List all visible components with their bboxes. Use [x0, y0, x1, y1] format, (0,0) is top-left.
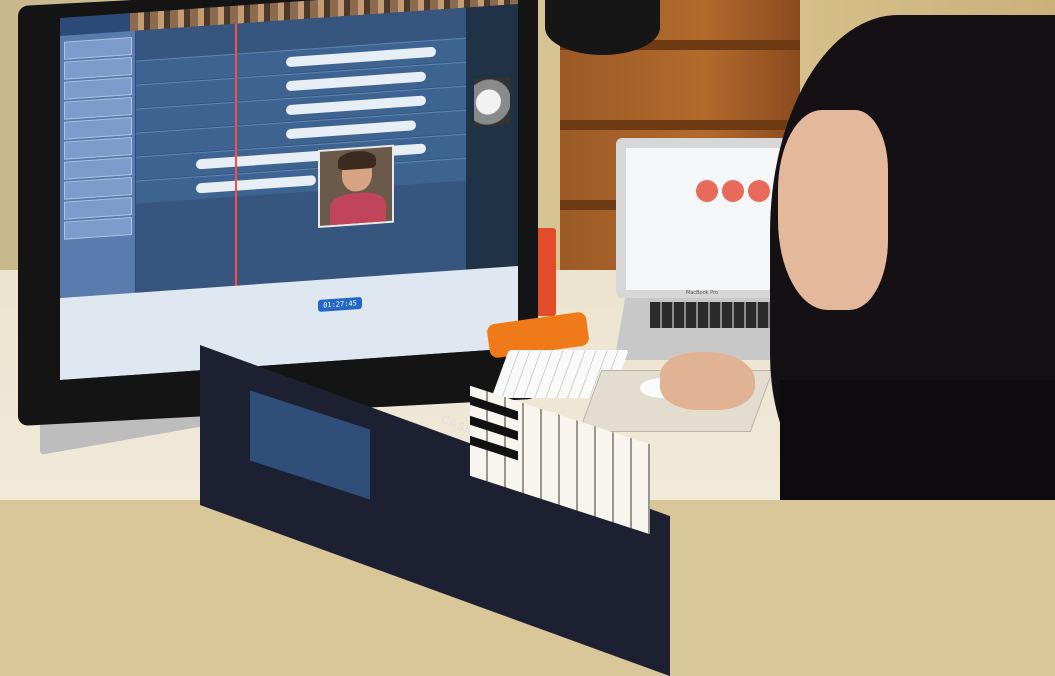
- clip-region: [286, 120, 416, 140]
- clip-region: [286, 46, 436, 68]
- person-face: [778, 110, 888, 310]
- black-key: [470, 435, 518, 461]
- subject-hair: [338, 149, 376, 171]
- track-label: [64, 136, 132, 160]
- track-label: [64, 56, 132, 80]
- playhead: [235, 23, 237, 286]
- clip-region: [286, 95, 426, 116]
- speaker-icon: [474, 76, 510, 128]
- laptop-screen: [626, 148, 788, 290]
- black-key: [470, 395, 518, 421]
- clip-region: [196, 175, 316, 194]
- track-label: [64, 176, 132, 200]
- black-key: [470, 415, 518, 441]
- balloon-graphic: [722, 180, 744, 202]
- track-label: [64, 196, 132, 220]
- person-body: [780, 380, 1055, 500]
- video-preview: [318, 144, 394, 228]
- person-hand: [660, 352, 755, 410]
- clip-region: [286, 71, 426, 92]
- balloon-graphic: [748, 180, 770, 202]
- shelf-board: [560, 120, 800, 130]
- track-label: [64, 36, 132, 60]
- video-editor-screen: 01:27:45: [60, 0, 518, 381]
- subject-shirt: [330, 191, 386, 226]
- balloon-graphic: [696, 180, 718, 202]
- track-label: [64, 216, 132, 240]
- track-label: [64, 156, 132, 180]
- track-label: [64, 96, 132, 120]
- track-label: [64, 116, 132, 140]
- track-header-panel: [60, 30, 135, 298]
- desk-lamp: [545, 0, 660, 55]
- track-label: [64, 76, 132, 100]
- laptop-brand-label: MacBook Pro: [686, 290, 719, 296]
- media-library-panel: [466, 3, 518, 270]
- timeline: [136, 7, 466, 293]
